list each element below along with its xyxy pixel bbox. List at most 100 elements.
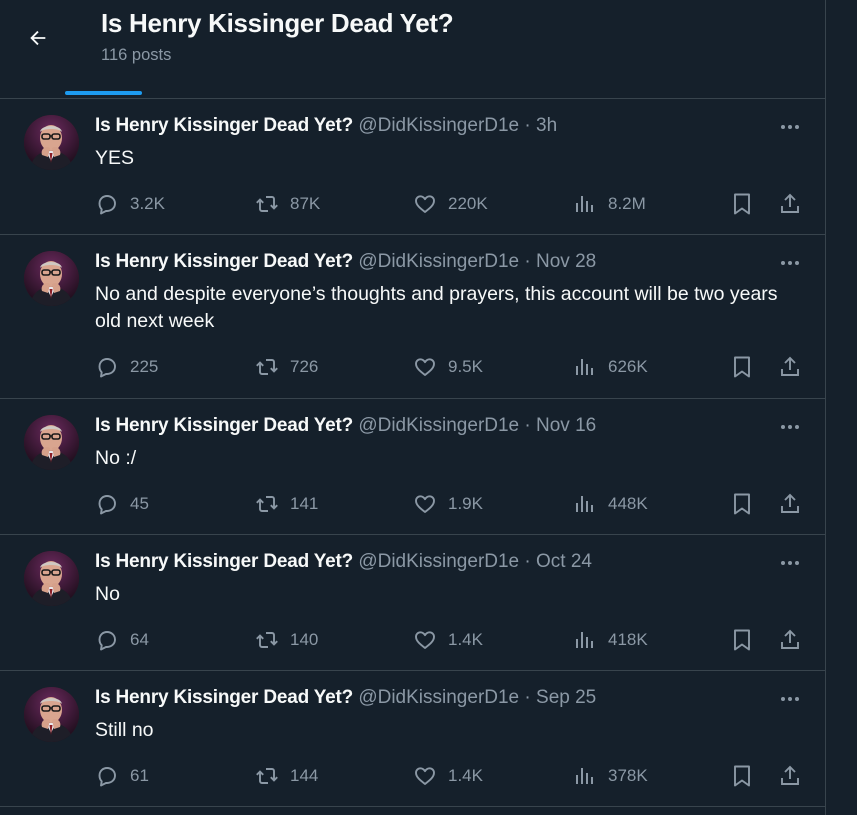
views-button[interactable]: 378K xyxy=(573,761,648,791)
avatar[interactable] xyxy=(24,551,79,606)
heart-icon xyxy=(415,195,435,213)
repost-count: 141 xyxy=(290,494,319,513)
reply-icon xyxy=(98,358,116,378)
more-options-button[interactable] xyxy=(776,253,804,273)
repost-count: 726 xyxy=(290,357,319,376)
separator-dot: · xyxy=(524,415,531,436)
post-actions: 3.2K 87K 220K 8.2M xyxy=(0,189,825,219)
bookmark-button[interactable] xyxy=(727,489,757,519)
post-text: No :/ xyxy=(95,447,137,469)
view-count: 378K xyxy=(608,766,648,785)
post[interactable]: Is Henry Kissinger Dead Yet? @DidKissing… xyxy=(0,671,825,807)
reply-button[interactable]: 3.2K xyxy=(95,189,165,219)
repost-button[interactable]: 87K xyxy=(255,189,320,219)
post-time[interactable]: Nov 16 xyxy=(536,415,596,436)
post-header: Is Henry Kissinger Dead Yet? @DidKissing… xyxy=(95,251,596,273)
bookmark-button[interactable] xyxy=(727,189,757,219)
repost-button[interactable]: 140 xyxy=(255,625,318,655)
post-text: Still no xyxy=(95,719,154,741)
post-header: Is Henry Kissinger Dead Yet? @DidKissing… xyxy=(95,115,557,137)
more-icon xyxy=(781,261,799,265)
post[interactable]: Is Henry Kissinger Dead Yet? @DidKissing… xyxy=(0,399,825,535)
like-count: 1.9K xyxy=(448,494,483,513)
views-button[interactable]: 448K xyxy=(573,489,648,519)
author-handle[interactable]: @DidKissingerD1e xyxy=(358,551,519,572)
post-time[interactable]: Nov 28 xyxy=(536,251,596,272)
like-count: 9.5K xyxy=(448,357,483,376)
reply-button[interactable]: 64 xyxy=(95,625,149,655)
post-time[interactable]: Sep 25 xyxy=(536,687,596,708)
share-icon xyxy=(781,193,799,213)
views-button[interactable]: 8.2M xyxy=(573,189,646,219)
back-button[interactable] xyxy=(22,22,54,54)
post-actions: 61 144 1.4K 378K xyxy=(0,761,825,791)
more-icon xyxy=(781,697,799,701)
reply-button[interactable]: 61 xyxy=(95,761,149,791)
bookmark-icon xyxy=(734,193,750,215)
like-button[interactable]: 1.4K xyxy=(413,761,483,791)
avatar[interactable] xyxy=(24,115,79,170)
repost-icon xyxy=(256,359,278,375)
author-name[interactable]: Is Henry Kissinger Dead Yet? xyxy=(95,687,353,708)
reply-button[interactable]: 225 xyxy=(95,352,158,382)
avatar[interactable] xyxy=(24,251,79,306)
bookmark-button[interactable] xyxy=(727,761,757,791)
post-time[interactable]: 3h xyxy=(536,115,557,136)
more-icon xyxy=(781,561,799,565)
reply-count: 61 xyxy=(130,766,149,785)
reply-icon xyxy=(98,195,116,215)
more-options-button[interactable] xyxy=(776,689,804,709)
separator-dot: · xyxy=(524,687,531,708)
bookmark-icon xyxy=(734,493,750,515)
like-button[interactable]: 220K xyxy=(413,189,488,219)
views-button[interactable]: 418K xyxy=(573,625,648,655)
bookmark-icon xyxy=(734,765,750,787)
post[interactable]: Is Henry Kissinger Dead Yet? @DidKissing… xyxy=(0,535,825,671)
repost-button[interactable]: 726 xyxy=(255,352,318,382)
repost-button[interactable]: 144 xyxy=(255,761,318,791)
author-name[interactable]: Is Henry Kissinger Dead Yet? xyxy=(95,551,353,572)
separator-dot: · xyxy=(524,115,531,136)
author-name[interactable]: Is Henry Kissinger Dead Yet? xyxy=(95,415,353,436)
post-text: No xyxy=(95,583,120,605)
more-options-button[interactable] xyxy=(776,417,804,437)
share-button[interactable] xyxy=(775,489,805,519)
like-button[interactable]: 9.5K xyxy=(413,352,483,382)
post-header: Is Henry Kissinger Dead Yet? @DidKissing… xyxy=(95,551,592,573)
like-count: 1.4K xyxy=(448,766,483,785)
view-count: 448K xyxy=(608,494,648,513)
more-options-button[interactable] xyxy=(776,553,804,573)
post[interactable]: Is Henry Kissinger Dead Yet? @DidKissing… xyxy=(0,235,825,399)
like-button[interactable]: 1.9K xyxy=(413,489,483,519)
author-handle[interactable]: @DidKissingerD1e xyxy=(358,251,519,272)
avatar[interactable] xyxy=(24,687,79,742)
share-button[interactable] xyxy=(775,761,805,791)
author-handle[interactable]: @DidKissingerD1e xyxy=(358,415,519,436)
share-button[interactable] xyxy=(775,189,805,219)
post-count: 116 posts xyxy=(101,46,172,64)
bookmark-button[interactable] xyxy=(727,625,757,655)
author-handle[interactable]: @DidKissingerD1e xyxy=(358,687,519,708)
share-icon xyxy=(781,493,799,513)
heart-icon xyxy=(415,495,435,513)
author-name[interactable]: Is Henry Kissinger Dead Yet? xyxy=(95,251,353,272)
repost-button[interactable]: 141 xyxy=(255,489,318,519)
avatar[interactable] xyxy=(24,415,79,470)
timeline-column: Is Henry Kissinger Dead Yet? 116 posts I… xyxy=(0,0,826,815)
post-time[interactable]: Oct 24 xyxy=(536,551,592,572)
views-button[interactable]: 626K xyxy=(573,352,648,382)
post[interactable]: Is Henry Kissinger Dead Yet? @DidKissing… xyxy=(0,99,825,235)
author-handle[interactable]: @DidKissingerD1e xyxy=(358,115,519,136)
more-options-button[interactable] xyxy=(776,117,804,137)
like-button[interactable]: 1.4K xyxy=(413,625,483,655)
analytics-icon xyxy=(576,768,593,784)
share-button[interactable] xyxy=(775,352,805,382)
share-icon xyxy=(781,356,799,376)
reply-button[interactable]: 45 xyxy=(95,489,149,519)
bookmark-button[interactable] xyxy=(727,352,757,382)
author-name[interactable]: Is Henry Kissinger Dead Yet? xyxy=(95,115,353,136)
repost-count: 140 xyxy=(290,630,319,649)
share-button[interactable] xyxy=(775,625,805,655)
post-header: Is Henry Kissinger Dead Yet? @DidKissing… xyxy=(95,687,596,709)
repost-icon xyxy=(256,632,278,648)
